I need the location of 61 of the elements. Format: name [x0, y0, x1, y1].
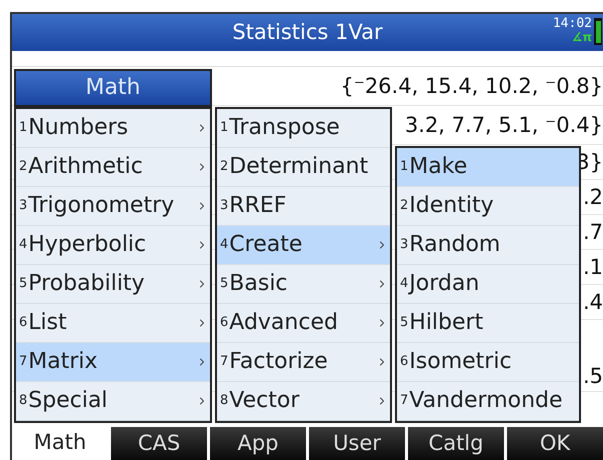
menu-title: Math: [85, 77, 141, 99]
soft-key[interactable]: Catlg: [405, 424, 504, 460]
soft-key[interactable]: App: [207, 424, 306, 460]
item-label: Basic: [229, 273, 288, 295]
item-number: 5: [400, 314, 408, 332]
item-number: 2: [400, 197, 408, 216]
item-number: 3: [400, 236, 408, 254]
item-label: Hilbert: [409, 312, 484, 334]
item-label: Create: [229, 234, 302, 256]
item-number: 5: [19, 275, 28, 294]
item-label: Probability: [28, 273, 145, 295]
item-label: Hyperbolic: [28, 234, 146, 256]
item-number: 5: [220, 275, 228, 294]
item-label: Jordan: [409, 273, 480, 295]
soft-key[interactable]: User: [306, 424, 405, 460]
item-label: Special: [28, 390, 108, 412]
item-number: 1: [19, 119, 28, 138]
item-label: Random: [409, 234, 500, 256]
item-label: Isometric: [409, 351, 512, 373]
item-number: 7: [220, 353, 228, 372]
item-label: RREF: [229, 195, 286, 217]
battery-icon: [593, 16, 603, 46]
menu-item[interactable]: 7 Matrix: [16, 343, 210, 382]
item-label: Identity: [409, 195, 494, 217]
menu-item[interactable]: 1 Make: [397, 148, 579, 187]
item-label: Matrix: [28, 351, 98, 373]
item-label: List: [28, 312, 67, 334]
item-label: Transpose: [229, 117, 340, 139]
item-number: 6: [400, 353, 408, 372]
item-label: Numbers: [28, 117, 128, 139]
item-label: Vandermonde: [409, 390, 563, 412]
item-number: 1: [400, 158, 408, 176]
item-label: Factorize: [229, 351, 328, 373]
history-result: 3.2, 7.7, 5.1, ⁻0.4}: [404, 114, 603, 136]
item-number: 1: [220, 119, 228, 138]
history-result: {⁻26.4, 15.4, 10.2, ⁻0.8}: [340, 76, 603, 96]
item-label: Make: [409, 156, 468, 178]
item-number: 4: [220, 236, 228, 254]
item-label: Vector: [229, 390, 300, 412]
item-number: 4: [19, 236, 28, 254]
item-number: 2: [220, 158, 228, 176]
item-number: 3: [220, 197, 228, 216]
item-label: Arithmetic: [28, 156, 143, 178]
item-number: 6: [220, 314, 228, 332]
item-label: Determinant: [229, 156, 368, 178]
clock-time: 14:02: [552, 16, 592, 31]
angle-mode-indicator: ∡π: [572, 31, 592, 44]
menu-item[interactable]: 4 Create: [217, 226, 390, 265]
item-number: 2: [19, 158, 28, 176]
item-label: Advanced: [229, 312, 338, 334]
item-number: 7: [400, 392, 408, 410]
item-number: 8: [220, 392, 228, 410]
item-number: 7: [19, 353, 28, 372]
item-number: 8: [19, 392, 28, 410]
window-title: Statistics 1Var: [232, 22, 383, 43]
soft-key[interactable]: OK: [504, 424, 603, 460]
item-number: 6: [19, 314, 28, 332]
soft-key[interactable]: CAS: [108, 424, 207, 460]
item-number: 3: [19, 197, 28, 216]
item-number: 4: [400, 276, 408, 292]
item-label: Trigonometry: [28, 195, 174, 217]
